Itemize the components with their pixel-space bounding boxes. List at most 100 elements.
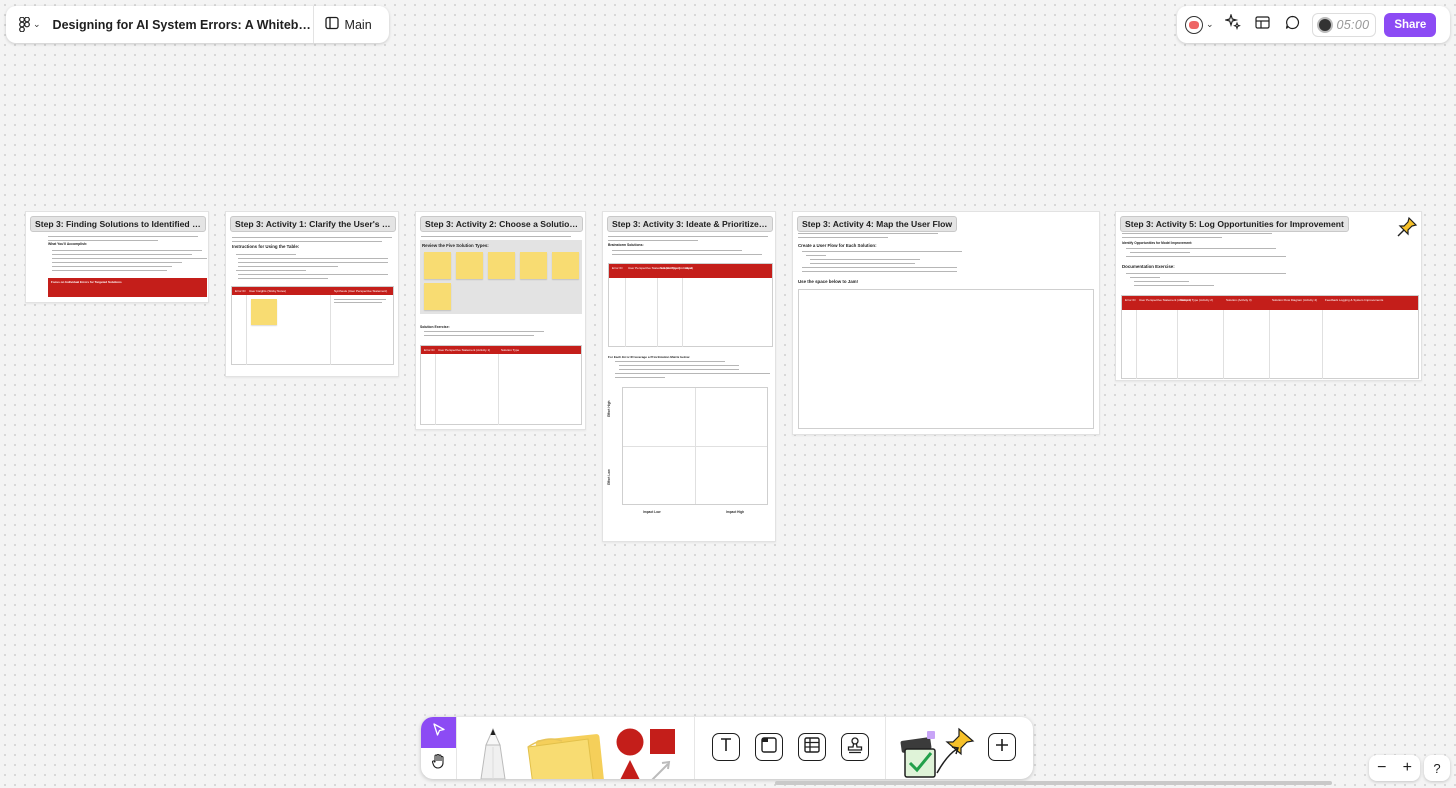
- table-divider: [625, 278, 626, 347]
- section-activity-1[interactable]: Step 3: Activity 1: Clarify the User's P…: [225, 211, 399, 377]
- sticky-note[interactable]: [520, 252, 547, 279]
- jam-area[interactable]: [798, 289, 1094, 429]
- comment-button[interactable]: [1282, 14, 1304, 36]
- page-label: Main: [344, 17, 372, 32]
- table-column-header: Error ID: [1125, 298, 1136, 302]
- layout-button[interactable]: [1252, 14, 1274, 36]
- section-title[interactable]: Step 3: Activity 1: Clarify the User's P…: [230, 216, 396, 232]
- text-line: [1126, 256, 1286, 258]
- share-button[interactable]: Share: [1384, 12, 1437, 37]
- text-line: [52, 258, 207, 260]
- text-line: [1122, 233, 1272, 235]
- text-line: [1130, 252, 1190, 254]
- select-tool[interactable]: [421, 717, 456, 748]
- stickers-icon: [897, 727, 981, 779]
- collaborators-menu[interactable]: ⌄: [1185, 15, 1214, 34]
- text-line: [424, 335, 534, 337]
- hand-tool[interactable]: [421, 748, 456, 779]
- timer-owner-avatar: [1316, 16, 1333, 33]
- page-icon: [324, 16, 339, 33]
- text-line: [1130, 277, 1160, 279]
- cursor-icon: [432, 723, 446, 742]
- more-tools-button[interactable]: [988, 733, 1016, 761]
- axis-label: Impact Low: [643, 510, 661, 514]
- timer-widget[interactable]: 05:00: [1311, 12, 1377, 37]
- text-line: [1122, 237, 1222, 239]
- text-line: [615, 377, 665, 379]
- text-line: [810, 259, 920, 261]
- section-activity-3[interactable]: Step 3: Activity 3: Ideate & Prioritize …: [602, 211, 776, 542]
- solution-type-table[interactable]: Error ID User Perspective Statement (Act…: [420, 345, 582, 425]
- sticky-note[interactable]: [488, 252, 515, 279]
- table-column-header: Error ID: [612, 266, 623, 270]
- matrix-axis: [623, 446, 767, 447]
- file-title[interactable]: Designing for AI System Errors: A Whiteb…: [51, 18, 313, 32]
- layout-icon: [1255, 15, 1270, 35]
- table-divider: [246, 295, 247, 365]
- text-line: [238, 266, 338, 268]
- sticky-note-icon: [524, 734, 606, 779]
- text-line: [1126, 273, 1286, 275]
- ai-assist-button[interactable]: [1222, 13, 1244, 36]
- table-column-header: Error ID: [235, 289, 246, 293]
- stamp-icon: [846, 736, 864, 759]
- chevron-down-icon: ⌄: [1206, 19, 1214, 29]
- zoom-in-button[interactable]: +: [1403, 760, 1412, 776]
- axis-label: Impact High: [726, 510, 745, 514]
- prioritization-matrix[interactable]: [622, 387, 768, 505]
- zoom-out-button[interactable]: −: [1377, 760, 1386, 776]
- section-title[interactable]: Step 3: Activity 4: Map the User Flow: [797, 216, 958, 232]
- sticky-note[interactable]: [424, 252, 451, 279]
- ideas-table[interactable]: Error ID User Perspective Statement (Act…: [608, 263, 773, 347]
- comment-icon: [1285, 15, 1300, 35]
- section-tool[interactable]: [755, 733, 783, 761]
- help-button[interactable]: ?: [1424, 755, 1450, 781]
- text-line: [619, 365, 739, 367]
- table-divider: [1223, 310, 1224, 379]
- sticky-note[interactable]: [552, 252, 579, 279]
- stamp-tool[interactable]: [841, 733, 869, 761]
- text-line: [802, 271, 957, 273]
- section-title[interactable]: Step 3: Activity 2: Choose a Solution…: [420, 216, 583, 232]
- horizontal-scrollbar[interactable]: [775, 781, 1332, 785]
- table-divider: [435, 354, 436, 425]
- section-title[interactable]: Step 3: Activity 5: Log Opportunities fo…: [1120, 216, 1349, 232]
- collaboration-bar: ⌄ 05:00 Share: [1177, 6, 1450, 43]
- marker-tool[interactable]: [473, 725, 513, 779]
- insights-table[interactable]: Error ID User Insights (Sticky Notes) Sy…: [231, 286, 394, 365]
- opportunities-table[interactable]: Error ID User Perspective Statement (Act…: [1121, 295, 1419, 379]
- table-divider: [330, 295, 331, 365]
- section-subheading: Identify Opportunities for Model Improve…: [1122, 241, 1193, 245]
- table-divider: [498, 354, 499, 425]
- table-column-header: Solution Flow Diagram (Activity 4): [1272, 298, 1318, 302]
- main-menu-button[interactable]: ⌄: [6, 6, 51, 43]
- text-line: [612, 254, 762, 256]
- sticky-note[interactable]: [424, 283, 451, 310]
- text-line: [334, 299, 386, 301]
- sticky-note[interactable]: [251, 299, 277, 325]
- sticky-note[interactable]: [456, 252, 483, 279]
- page-selector[interactable]: Main: [314, 6, 383, 43]
- callout-box: Focus on Individual Errors for Targeted …: [48, 278, 207, 297]
- pushpin-icon[interactable]: [1396, 216, 1418, 243]
- table-icon: [803, 736, 821, 759]
- section-activity-5[interactable]: Step 3: Activity 5: Log Opportunities fo…: [1115, 211, 1422, 381]
- section-activity-4[interactable]: Step 3: Activity 4: Map the User Flow Cr…: [792, 211, 1100, 435]
- section-finding-solutions[interactable]: Step 3: Finding Solutions to Identified …: [25, 211, 209, 303]
- shapes-tool[interactable]: [614, 726, 678, 779]
- section-subheading: For Each Error ID leverage a Prioritizat…: [608, 355, 691, 359]
- section-activity-2[interactable]: Step 3: Activity 2: Choose a Solution… R…: [415, 211, 586, 430]
- text-line: [334, 302, 382, 304]
- stickers-tool[interactable]: [897, 725, 981, 779]
- section-title[interactable]: Step 3: Finding Solutions to Identified …: [30, 216, 206, 232]
- table-column-header: Solution (Activity 3): [1226, 298, 1252, 302]
- text-line: [238, 278, 328, 280]
- text-tool[interactable]: [712, 733, 740, 761]
- table-divider: [1269, 310, 1270, 379]
- table-tool[interactable]: [798, 733, 826, 761]
- section-title[interactable]: Step 3: Activity 3: Ideate & Prioritize …: [607, 216, 773, 232]
- section-subheading: Brainstorm Solutions:: [608, 243, 644, 247]
- sticky-note-tool[interactable]: [524, 727, 606, 779]
- text-line: [424, 331, 544, 333]
- plus-icon: [994, 737, 1010, 758]
